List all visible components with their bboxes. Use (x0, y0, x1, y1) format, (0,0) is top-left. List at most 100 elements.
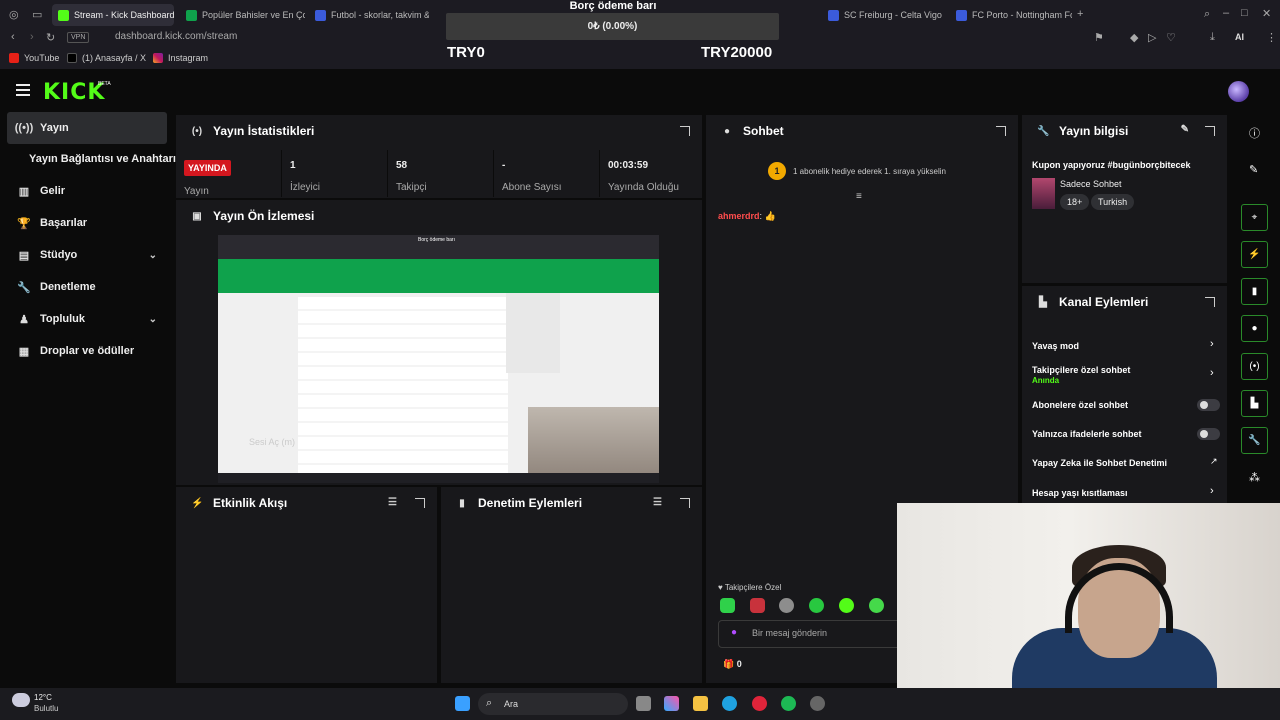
gift-counter[interactable]: 🎁 0 (723, 659, 742, 670)
obs-icon[interactable] (810, 696, 825, 711)
gift-sub-notice[interactable]: 1 1 abonelik hediye ederek 1. sıraya yük… (768, 162, 946, 180)
reload-icon[interactable]: ↻ (46, 31, 55, 44)
emote-only-toggle[interactable] (1197, 428, 1220, 440)
account-age-row[interactable]: Hesap yaşı kısıtlaması (1032, 488, 1128, 498)
filter-icon[interactable]: ☰ (388, 497, 397, 508)
task-view-icon[interactable] (636, 696, 651, 711)
expand-icon[interactable] (1205, 297, 1215, 307)
opera-icon[interactable] (752, 696, 767, 711)
bookmark-instagram[interactable]: Instagram (153, 53, 208, 63)
subscribers-only-toggle[interactable] (1197, 399, 1220, 411)
tab-kick-dashboard[interactable]: Stream - Kick Dashboard (52, 4, 174, 26)
url-field[interactable]: dashboard.kick.com/stream (115, 31, 237, 42)
expand-icon[interactable] (996, 126, 1006, 136)
bookmark-x[interactable]: (1) Anasayfa / X (67, 53, 146, 63)
expand-icon[interactable] (680, 498, 690, 508)
sidebar-item-studyo[interactable]: ▤ Stüdyo ⌄ (7, 239, 167, 271)
live-label: Yayın (184, 186, 209, 197)
stat-label: İzleyici (290, 182, 321, 193)
tab-iddaa[interactable]: Popüler Bahisler ve En Ço (180, 4, 305, 26)
sidebar-item-basarilar[interactable]: 🏆 Başarılar (7, 207, 167, 239)
back-icon[interactable]: ‹ (11, 31, 15, 43)
pinned-collapse-icon[interactable]: ≡ (856, 191, 862, 202)
file-explorer-icon[interactable] (693, 696, 708, 711)
emote-icon[interactable] (779, 598, 794, 613)
expand-icon[interactable] (680, 126, 690, 136)
edit-pencil-icon[interactable]: ✎ (1249, 163, 1258, 176)
sidebar-item-droplar[interactable]: ▦ Droplar ve ödüller (7, 335, 167, 367)
emote-icon[interactable] (809, 598, 824, 613)
panel-title: Yayın Ön İzlemesi (213, 209, 315, 223)
sidebar-item-gelir[interactable]: ▥ Gelir (7, 175, 167, 207)
spotify-icon[interactable] (781, 696, 796, 711)
emote-icon[interactable] (720, 598, 735, 613)
sidebar-item-denetleme[interactable]: 🔧 Denetleme (7, 271, 167, 303)
microphone-icon[interactable]: ● (731, 627, 737, 638)
minimize-icon[interactable]: – (1223, 7, 1229, 19)
chevron-right-icon[interactable]: › (1210, 367, 1214, 379)
filter-icon[interactable]: ☰ (653, 497, 662, 508)
forward-icon[interactable]: › (30, 31, 34, 43)
tab-porto[interactable]: FC Porto - Nottingham For (950, 4, 1072, 26)
followers-only-row[interactable]: Takipçilere özel sohbet (1032, 365, 1130, 375)
avatar[interactable] (1228, 81, 1249, 102)
gift-count: 0 (736, 659, 742, 669)
sidebar-item-stream-key[interactable]: Yayın Bağlantısı ve Anahtarı (7, 143, 177, 175)
external-link-icon[interactable]: ↗ (1210, 456, 1218, 467)
browser-more-icon[interactable]: ⋮ (1266, 31, 1277, 44)
document-icon[interactable]: ▮ (1241, 278, 1268, 305)
wrench-icon[interactable]: 🔧 (1241, 427, 1268, 454)
search-tabs-icon[interactable]: ⌕ (1204, 8, 1210, 21)
expand-icon[interactable] (1205, 126, 1215, 136)
sidebar-item-yayin[interactable]: ((•)) Yayın (7, 112, 167, 144)
tab-futbol[interactable]: Futbol - skorlar, takvim & (309, 4, 429, 26)
chat-username[interactable]: ahmerdrd (718, 211, 760, 221)
bookmark-youtube[interactable]: YouTube (9, 53, 59, 63)
ai-button[interactable]: AI (1235, 32, 1244, 42)
edit-pencil-icon[interactable]: ✎ (1181, 124, 1189, 135)
chat-bubble-icon: ● (723, 125, 731, 137)
emote-icon[interactable] (869, 598, 884, 613)
edge-icon[interactable] (722, 696, 737, 711)
info-icon[interactable]: ⓘ (1249, 125, 1260, 141)
new-tab-icon[interactable]: + (1077, 8, 1083, 20)
copilot-icon[interactable] (664, 696, 679, 711)
expand-icon[interactable] (415, 498, 425, 508)
tag-language: Turkish (1091, 194, 1135, 210)
kick-logo[interactable]: KICK (43, 80, 105, 105)
channel-icon[interactable]: ▙ (1241, 390, 1268, 417)
windows-start-icon[interactable] (455, 696, 470, 711)
shield-icon[interactable]: ◆ (1130, 31, 1138, 44)
lightning-icon[interactable]: ⚡ (1241, 241, 1268, 268)
community-icon[interactable]: ⁂ (1249, 471, 1260, 484)
play-icon[interactable]: ▷ (1148, 31, 1156, 44)
stream-category[interactable]: Sadece Sohbet (1060, 179, 1122, 189)
weather-cloud-icon (12, 693, 30, 707)
hamburger-menu-icon[interactable] (16, 84, 30, 96)
tab-freiburg[interactable]: SC Freiburg - Celta Vigo c (822, 4, 944, 26)
heart-icon[interactable]: ♡ (1166, 31, 1176, 44)
clip-icon[interactable]: ⌖ (1241, 204, 1268, 231)
chevron-right-icon[interactable]: › (1210, 485, 1214, 497)
close-window-icon[interactable]: ✕ (1262, 7, 1271, 20)
debt-progress-text: 0₺ (0.00%) (587, 21, 638, 32)
slow-mode-row[interactable]: Yavaş mod (1032, 341, 1079, 351)
chat-bubble-icon[interactable]: ● (1241, 315, 1268, 342)
emote-icon[interactable] (750, 598, 765, 613)
vpn-badge[interactable]: VPN (67, 32, 90, 43)
emote-icon[interactable] (839, 598, 854, 613)
maximize-icon[interactable]: □ (1241, 7, 1248, 19)
stat-subscribers: - Abone Sayısı (493, 150, 598, 197)
unmute-hint[interactable]: Sesi Aç (m) (249, 437, 295, 447)
ai-moderation-row[interactable]: Yapay Zeka ile Sohbet Denetimi (1032, 458, 1167, 468)
broadcast-icon[interactable]: (•) (1241, 353, 1268, 380)
download-icon[interactable]: ⤓ (1210, 31, 1215, 44)
bookmark-icon[interactable]: ⚑ (1094, 31, 1104, 44)
chevron-right-icon[interactable]: › (1210, 338, 1214, 350)
sidebar-item-topluluk[interactable]: ♟ Topluluk ⌄ (7, 303, 167, 335)
stat-followers: 58 Takipçi (387, 150, 492, 197)
tab-overview-icon[interactable]: ▭ (32, 8, 42, 21)
browser-menu-icon[interactable]: ◎ (9, 8, 19, 21)
taskbar-search[interactable] (478, 693, 628, 715)
weather-temperature[interactable]: 12°C (34, 693, 52, 702)
